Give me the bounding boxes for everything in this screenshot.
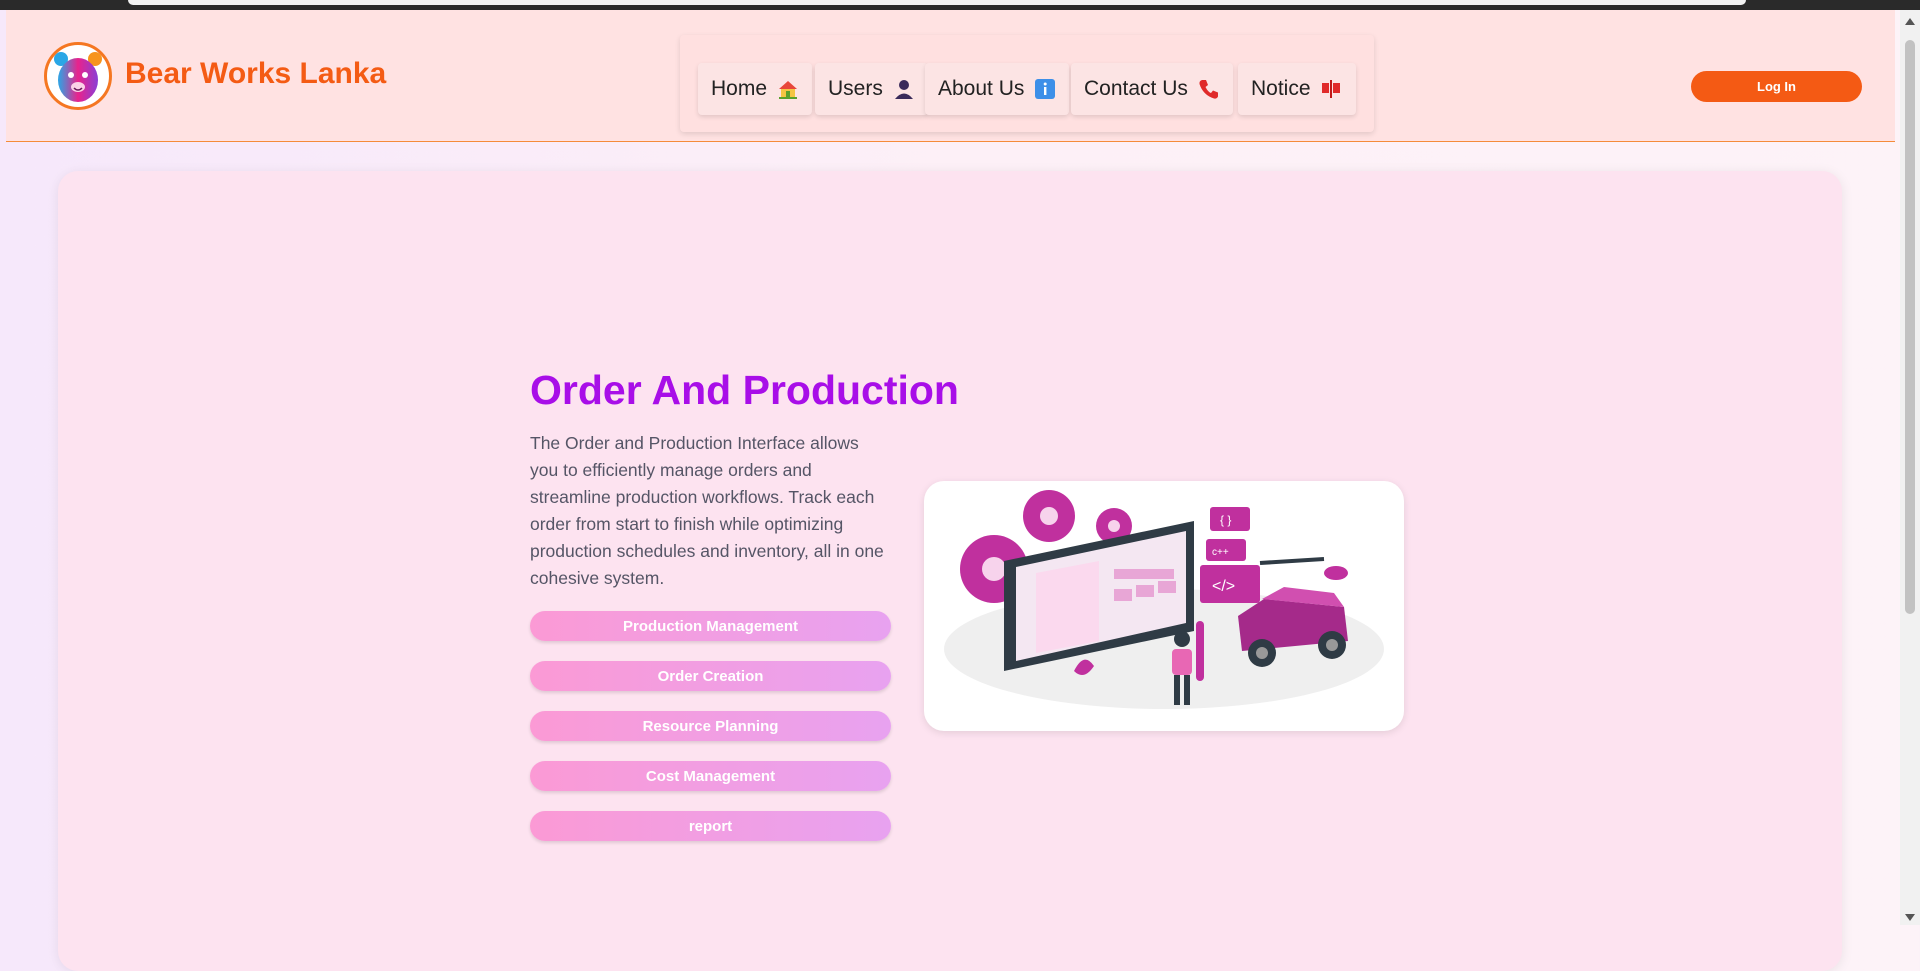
svg-text:c++: c++ bbox=[1212, 547, 1229, 558]
user-icon bbox=[893, 78, 915, 100]
svg-text:</>: </> bbox=[1212, 578, 1235, 595]
gear-icon bbox=[1023, 490, 1075, 542]
nav-about[interactable]: About Us bbox=[925, 63, 1070, 115]
flag-icon bbox=[1321, 78, 1343, 100]
info-icon bbox=[1034, 78, 1056, 100]
phone-icon bbox=[1198, 78, 1220, 100]
report-button[interactable]: report bbox=[530, 811, 891, 841]
vertical-scrollbar[interactable] bbox=[1900, 10, 1920, 925]
hero-description: The Order and Production Interface allow… bbox=[530, 433, 884, 588]
scroll-down-arrow-icon[interactable] bbox=[1905, 914, 1915, 921]
production-illustration: { } c++ </> bbox=[924, 481, 1404, 731]
production-management-button[interactable]: Production Management bbox=[530, 611, 891, 641]
nav-contact[interactable]: Contact Us bbox=[1071, 63, 1233, 115]
nav-notice[interactable]: Notice bbox=[1238, 63, 1356, 115]
scrollbar-thumb[interactable] bbox=[1905, 40, 1915, 614]
main-menu: Home Users About Us Contact Us Notice bbox=[680, 35, 1374, 132]
navbar: Bear Works Lanka Home Users About Us Con… bbox=[6, 10, 1895, 142]
nav-notice-label: Notice bbox=[1251, 77, 1311, 100]
bear-logo-icon[interactable] bbox=[44, 42, 112, 110]
resource-planning-button[interactable]: Resource Planning bbox=[530, 711, 891, 741]
nav-contact-label: Contact Us bbox=[1084, 77, 1188, 100]
nav-about-label: About Us bbox=[938, 77, 1025, 100]
order-creation-button[interactable]: Order Creation bbox=[530, 661, 891, 691]
browser-top-strip bbox=[0, 0, 1920, 10]
brand-name[interactable]: Bear Works Lanka bbox=[125, 57, 386, 91]
login-button[interactable]: Log In bbox=[1691, 71, 1862, 102]
page-title: Order And Production bbox=[530, 367, 959, 413]
scroll-up-arrow-icon[interactable] bbox=[1905, 18, 1915, 25]
nav-users-label: Users bbox=[828, 77, 883, 100]
cost-management-button[interactable]: Cost Management bbox=[530, 761, 891, 791]
nav-home[interactable]: Home bbox=[698, 63, 813, 115]
nav-users[interactable]: Users bbox=[815, 63, 928, 115]
browser-address-bar-edge bbox=[128, 0, 1746, 5]
house-icon bbox=[777, 78, 799, 100]
svg-text:{ }: { } bbox=[1220, 513, 1231, 527]
nav-home-label: Home bbox=[711, 77, 768, 100]
